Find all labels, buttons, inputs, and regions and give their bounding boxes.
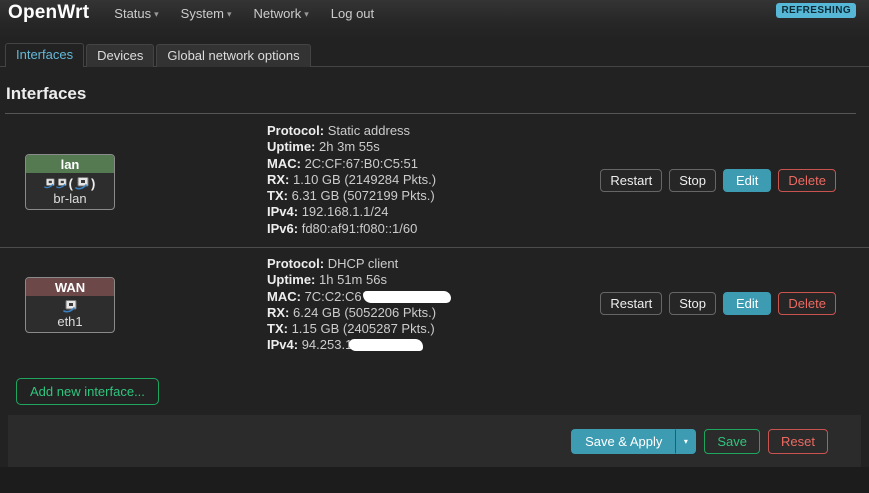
chevron-down-icon: ▾ <box>683 436 688 446</box>
openwrt-logo[interactable]: OpenWrt <box>8 2 89 24</box>
bridge-icon: ( ) <box>26 173 114 191</box>
detail-line: Protocol: Static address <box>267 123 436 139</box>
stop-button-wan[interactable]: Stop <box>669 292 717 315</box>
detail-value: 7C:C2:C6 <box>304 288 362 304</box>
lan-action-buttons: Restart Stop Edit Delete <box>600 169 836 192</box>
ethernet-icon <box>43 177 55 188</box>
detail-value: Static address <box>327 123 411 138</box>
detail-line: TX: 6.31 GB (5072199 Pkts.) <box>267 188 436 204</box>
detail-line: RX: 1.10 GB (2149284 Pkts.) <box>267 172 436 188</box>
chevron-down-icon: ▾ <box>304 8 309 19</box>
detail-value: DHCP client <box>327 256 399 271</box>
openwrt-interfaces-page: OpenWrt Status ▾ System ▾ Network ▾ Log out… <box>0 0 869 493</box>
restart-button-wan[interactable]: Restart <box>600 292 663 315</box>
detail-line: MAC: 2C:CF:67:B0:C5:51 <box>267 156 436 172</box>
interface-name-wan: WAN <box>26 278 114 296</box>
detail-line: Uptime: 1h 51m 56s <box>267 272 451 288</box>
ethernet-icon <box>63 299 77 312</box>
detail-label: Protocol: <box>267 123 325 138</box>
detail-label: TX: <box>267 321 288 337</box>
ethernet-icon <box>26 296 114 314</box>
detail-label: RX: <box>267 304 290 320</box>
tab-global-network-options[interactable]: Global network options <box>156 44 311 67</box>
nav-system-label: System <box>180 5 225 21</box>
detail-value: 2C:CF:67:B0:C5:51 <box>304 155 419 171</box>
chevron-down-icon: ▾ <box>154 8 159 19</box>
nav-logout[interactable]: Log out <box>331 6 374 21</box>
ethernet-icon <box>75 176 89 189</box>
detail-label: RX: <box>267 171 290 187</box>
redaction-blob <box>349 339 424 352</box>
nav-logout-label: Log out <box>330 5 375 21</box>
nav-status-label: Status <box>114 5 152 21</box>
main-nav: Status ▾ System ▾ Network ▾ Log out <box>114 6 374 21</box>
detail-label: Uptime: <box>267 272 316 288</box>
detail-label: Protocol: <box>267 256 325 271</box>
nav-status[interactable]: Status ▾ <box>114 6 158 21</box>
detail-line: Protocol: DHCP client <box>267 256 451 272</box>
footer-action-bar: Save & Apply ▾ Save Reset <box>8 415 861 467</box>
detail-value: 192.168.1.1/24 <box>301 204 389 220</box>
detail-value: 2h 3m 55s <box>319 139 380 155</box>
refreshing-status-badge[interactable]: REFRESHING <box>776 3 856 18</box>
save-apply-button[interactable]: Save & Apply <box>571 428 676 454</box>
reset-button[interactable]: Reset <box>768 428 828 454</box>
interface-details-wan: Protocol: DHCP client Uptime: 1h 51m 56s… <box>267 256 451 354</box>
nav-network-label: Network <box>253 5 302 21</box>
ethernet-icon <box>55 177 67 188</box>
detail-label: TX: <box>267 188 288 204</box>
page-bottom-background <box>0 467 869 493</box>
interface-box-lan: lan ( ) br-lan <box>25 154 115 210</box>
detail-label: IPv6: <box>267 220 299 236</box>
tab-bar: Interfaces Devices Global network option… <box>0 43 869 67</box>
tab-devices[interactable]: Devices <box>86 44 155 67</box>
delete-button-wan[interactable]: Delete <box>778 292 836 315</box>
detail-value: fd80:af91:f080::1/60 <box>301 220 418 236</box>
interface-details-lan: Protocol: Static address Uptime: 2h 3m 5… <box>267 123 436 237</box>
detail-line: Uptime: 2h 3m 55s <box>267 139 436 155</box>
device-name-wan: eth1 <box>57 314 83 329</box>
nav-network[interactable]: Network ▾ <box>254 6 309 21</box>
save-apply-split-button: Save & Apply ▾ <box>571 428 697 454</box>
bridge-paren: ) <box>91 175 96 191</box>
edit-button-wan[interactable]: Edit <box>723 292 772 315</box>
detail-line: IPv4: 192.168.1.1/24 <box>267 204 436 220</box>
nav-system[interactable]: System ▾ <box>181 6 232 21</box>
stop-button-lan[interactable]: Stop <box>669 169 717 192</box>
save-button[interactable]: Save <box>704 428 761 454</box>
edit-button-lan[interactable]: Edit <box>723 169 772 192</box>
detail-line: MAC: 7C:C2:C6 <box>267 289 451 305</box>
top-navbar: OpenWrt Status ▾ System ▾ Network ▾ Log out… <box>0 0 869 40</box>
divider <box>5 113 856 114</box>
detail-value: 6.31 GB (5072199 Pkts.) <box>291 188 435 204</box>
interface-box-wan: WAN eth1 <box>25 277 115 333</box>
detail-value: 1.15 GB (2405287 Pkts.) <box>291 321 435 337</box>
detail-line: IPv6: fd80:af91:f080::1/60 <box>267 221 436 237</box>
interface-name-lan: lan <box>26 155 114 173</box>
detail-label: IPv4: <box>267 204 299 220</box>
detail-value: 94.253.1 <box>301 337 353 353</box>
tab-interfaces[interactable]: Interfaces <box>5 43 85 67</box>
detail-line: IPv4: 94.253.1 <box>267 337 451 353</box>
detail-line: TX: 1.15 GB (2405287 Pkts.) <box>267 321 451 337</box>
divider <box>0 247 869 248</box>
detail-value: 1h 51m 56s <box>319 272 387 288</box>
delete-button-lan[interactable]: Delete <box>778 169 836 192</box>
redaction-blob <box>362 290 451 303</box>
page-title: Interfaces <box>6 84 87 103</box>
bridge-paren: ( <box>68 175 73 191</box>
save-apply-dropdown-toggle[interactable]: ▾ <box>675 428 697 454</box>
restart-button-lan[interactable]: Restart <box>600 169 663 192</box>
wan-action-buttons: Restart Stop Edit Delete <box>600 292 836 315</box>
detail-label: IPv4: <box>267 337 299 353</box>
chevron-down-icon: ▾ <box>227 8 232 19</box>
device-name-lan: br-lan <box>53 191 87 206</box>
detail-label: MAC: <box>267 288 301 304</box>
detail-value: 6.24 GB (5052206 Pkts.) <box>293 304 437 320</box>
detail-label: Uptime: <box>267 139 316 155</box>
detail-line: RX: 6.24 GB (5052206 Pkts.) <box>267 305 451 321</box>
add-new-interface-button[interactable]: Add new interface... <box>16 378 159 405</box>
detail-value: 1.10 GB (2149284 Pkts.) <box>293 171 437 187</box>
detail-label: MAC: <box>267 155 301 171</box>
